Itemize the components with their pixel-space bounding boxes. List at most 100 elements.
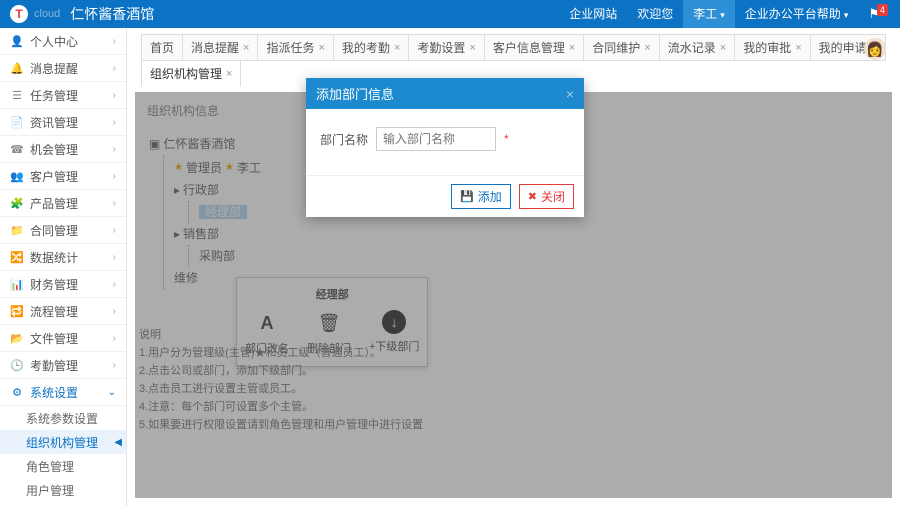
chevron-icon: › [113, 360, 116, 371]
tab-label: 我的申请 [819, 39, 867, 56]
sidebar-item-5[interactable]: 👥 客户管理 › [0, 163, 126, 190]
sidebar-item-13[interactable]: ⚙系统设置⌄ [0, 379, 126, 406]
tab-close-icon[interactable]: × [243, 42, 249, 54]
tab-label: 指派任务 [266, 39, 314, 56]
sidebar-icon: 📄 [10, 116, 24, 129]
dept-name-input[interactable] [376, 127, 496, 151]
sidebar-icon: 🧩 [10, 197, 24, 210]
tab-close-icon[interactable]: × [720, 42, 726, 54]
tab-close-icon[interactable]: × [394, 42, 400, 54]
tab-1[interactable]: 消息提醒 × [182, 34, 258, 61]
sidebar-icon: 👥 [10, 170, 24, 183]
sidebar-item-label: 数据统计 [30, 249, 78, 266]
chevron-icon: › [113, 36, 116, 47]
sidebar-item-0[interactable]: 👤 个人中心 › [0, 28, 126, 55]
sidebar-item-12[interactable]: 🕒 考勤管理 › [0, 352, 126, 379]
sidebar-item-label: 资讯管理 [30, 114, 78, 131]
header-user-menu[interactable]: 李工▾ [683, 0, 735, 29]
sidebar-item-2[interactable]: ☰任务管理› [0, 82, 126, 109]
sidebar-sub-2[interactable]: 角色管理 [0, 454, 126, 478]
tab-7[interactable]: 流水记录 × [659, 34, 735, 61]
tab-5[interactable]: 客户信息管理 × [484, 34, 584, 61]
tab-8[interactable]: 我的审批 × [734, 34, 810, 61]
chevron-icon: › [113, 63, 116, 74]
sidebar-item-label: 客户管理 [30, 168, 78, 185]
tab-label: 首页 [150, 39, 174, 56]
close-button[interactable]: ✖关闭 [519, 184, 574, 209]
sidebar-sub-3[interactable]: 用户管理 [0, 478, 126, 502]
chevron-icon: › [113, 333, 116, 344]
add-button[interactable]: 💾添加 [451, 184, 511, 209]
sidebar-item-3[interactable]: 📄 资讯管理 › [0, 109, 126, 136]
sidebar-item-10[interactable]: 🔁流程管理› [0, 298, 126, 325]
sidebar-item-label: 消息提醒 [30, 60, 78, 77]
header-link-site[interactable]: 企业网站 [559, 0, 627, 28]
close-icon: ✖ [528, 190, 537, 203]
tab-label: 我的审批 [743, 39, 791, 56]
chevron-down-icon: ▾ [844, 10, 849, 20]
tab-close-icon[interactable]: × [569, 42, 575, 54]
sidebar: 👤个人中心›🔔消息提醒›☰任务管理›📄资讯管理›☎机会管理›👥客户管理›🧩产品管… [0, 28, 127, 506]
tab-4[interactable]: 考勤设置× [408, 34, 484, 61]
app-header: T cloud 仁怀酱香酒馆 企业网站 欢迎您 李工▾ 企业办公平台帮助▾ ⚑ … [0, 0, 900, 28]
sidebar-item-label: 合同管理 [30, 222, 78, 239]
chevron-down-icon: ▾ [720, 10, 725, 20]
sidebar-item-label: 系统设置 [30, 384, 78, 401]
sidebar-icon: 🕒 [10, 359, 24, 372]
logo-icon: T [10, 5, 28, 23]
chevron-icon: › [113, 198, 116, 209]
avatar[interactable]: 👩 [864, 38, 886, 60]
sidebar-item-label: 流程管理 [30, 303, 78, 320]
tab-close-icon[interactable]: × [318, 42, 324, 54]
tab-2[interactable]: 指派任务 × [257, 34, 333, 61]
tab-0[interactable]: 首页 [141, 34, 183, 61]
tab-6[interactable]: 合同维护 × [583, 34, 659, 61]
tab-close-icon[interactable]: × [795, 42, 801, 54]
tab-label: 消息提醒 [191, 39, 239, 56]
sidebar-sub-0[interactable]: 系统参数设置 [0, 406, 126, 430]
add-dept-modal: 添加部门信息 × 部门名称 * 💾添加 ✖关闭 [306, 78, 584, 217]
sidebar-item-9[interactable]: 📊 财务管理 › [0, 271, 126, 298]
modal-close-icon[interactable]: × [566, 86, 574, 102]
sidebar-item-8[interactable]: 🔀数据统计› [0, 244, 126, 271]
sidebar-item-label: 财务管理 [30, 276, 78, 293]
tab-label: 客户信息管理 [493, 39, 565, 56]
tab-close-icon[interactable]: × [226, 68, 232, 80]
sidebar-icon: 🔁 [10, 305, 24, 318]
sidebar-item-4[interactable]: ☎机会管理› [0, 136, 126, 163]
app-title: 仁怀酱香酒馆 [70, 4, 559, 24]
tab-label: 流水记录 [668, 39, 716, 56]
required-mark: * [504, 132, 509, 146]
tab-close-icon[interactable]: × [469, 42, 475, 54]
header-welcome: 欢迎您 [627, 0, 683, 28]
chevron-icon: › [113, 171, 116, 182]
sidebar-sub-4[interactable]: 数据字典 [0, 502, 126, 506]
chevron-icon: › [113, 225, 116, 236]
sidebar-item-label: 任务管理 [30, 87, 78, 104]
sidebar-item-7[interactable]: 📁合同管理› [0, 217, 126, 244]
tab-label: 合同维护 [592, 39, 640, 56]
sidebar-sub-1[interactable]: 组织机构管理 [0, 430, 126, 454]
tab-close-icon[interactable]: × [644, 42, 650, 54]
sidebar-icon: ☰ [10, 89, 24, 102]
sidebar-item-label: 文件管理 [30, 330, 78, 347]
chevron-icon: › [113, 252, 116, 263]
sidebar-item-label: 考勤管理 [30, 357, 78, 374]
sidebar-icon: 🔔 [10, 62, 24, 75]
sidebar-icon: 📂 [10, 332, 24, 345]
tab-0[interactable]: 组织机构管理× [141, 60, 241, 87]
notification-button[interactable]: ⚑ 4 [858, 6, 890, 22]
sidebar-item-1[interactable]: 🔔 消息提醒 › [0, 55, 126, 82]
tab-3[interactable]: 我的考勤× [333, 34, 409, 61]
modal-header: 添加部门信息 × [306, 78, 584, 109]
field-label: 部门名称 [320, 131, 368, 148]
header-help-menu[interactable]: 企业办公平台帮助▾ [735, 0, 859, 29]
sidebar-item-11[interactable]: 📂 文件管理 › [0, 325, 126, 352]
chevron-icon: › [113, 117, 116, 128]
save-icon: 💾 [460, 190, 474, 203]
sidebar-item-6[interactable]: 🧩产品管理› [0, 190, 126, 217]
sidebar-icon: 👤 [10, 35, 24, 48]
sidebar-item-label: 个人中心 [30, 33, 78, 50]
sidebar-icon: 📊 [10, 278, 24, 291]
chevron-icon: › [113, 279, 116, 290]
